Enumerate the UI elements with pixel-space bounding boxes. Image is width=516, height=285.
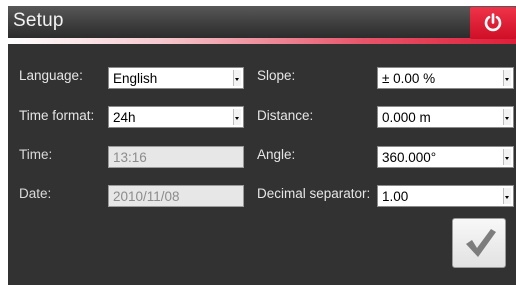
language-select[interactable]: English	[108, 67, 244, 89]
title-bar: Setup	[8, 6, 516, 38]
distance-value: 0.000 m	[382, 110, 431, 125]
decimal-separator-value: 1.00	[382, 189, 409, 204]
angle-label: Angle:	[257, 147, 296, 162]
dropdown-arrow-icon	[503, 188, 511, 204]
time-field: 13:16	[108, 146, 244, 168]
dropdown-arrow-icon	[503, 109, 511, 125]
date-label: Date:	[19, 186, 52, 201]
time-value: 13:16	[113, 150, 147, 165]
slope-label: Slope:	[257, 68, 296, 83]
time-format-select[interactable]: 24h	[108, 106, 244, 128]
slope-select[interactable]: ± 0.00 %	[377, 67, 514, 89]
angle-value: 360.000°	[382, 150, 437, 165]
dropdown-arrow-icon	[503, 70, 511, 86]
power-button[interactable]	[470, 7, 516, 39]
window-title: Setup	[13, 10, 64, 31]
setup-window: Setup Language: English Time format: 24h…	[8, 6, 516, 285]
time-format-value: 24h	[113, 110, 136, 125]
title-accent-bar	[8, 38, 516, 44]
distance-select[interactable]: 0.000 m	[377, 106, 514, 128]
confirm-button[interactable]	[452, 218, 506, 268]
angle-select[interactable]: 360.000°	[377, 146, 514, 168]
decimal-separator-select[interactable]: 1.00	[377, 185, 514, 207]
date-value: 2010/11/08	[113, 189, 180, 204]
decimal-separator-label: Decimal separator:	[257, 186, 371, 201]
time-format-label: Time format:	[19, 108, 95, 123]
date-field: 2010/11/08	[108, 185, 244, 207]
slope-value: ± 0.00 %	[382, 71, 436, 86]
language-value: English	[113, 71, 158, 86]
distance-label: Distance:	[257, 108, 314, 123]
language-label: Language:	[19, 68, 83, 83]
dropdown-arrow-icon	[233, 70, 241, 86]
time-label: Time:	[19, 147, 53, 162]
dropdown-arrow-icon	[503, 149, 511, 165]
checkmark-icon	[466, 229, 496, 257]
dropdown-arrow-icon	[233, 109, 241, 125]
power-icon	[484, 13, 502, 32]
